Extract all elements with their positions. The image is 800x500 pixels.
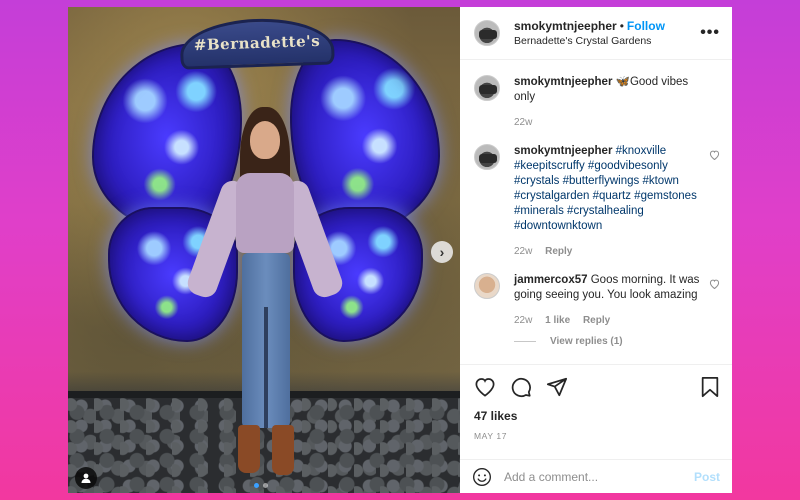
user-tag-icon[interactable] <box>75 467 97 489</box>
carousel-dot-active <box>254 483 259 488</box>
header-separator: • <box>619 18 624 33</box>
post-date[interactable]: MAY 17 <box>474 431 720 441</box>
instagram-post: #Bernadette's › smokymtnjeepher • Follow… <box>68 7 732 493</box>
comment-avatar[interactable] <box>474 144 500 170</box>
reply-button[interactable]: Reply <box>545 246 572 257</box>
reply-button[interactable]: Reply <box>583 315 610 326</box>
post-header: smokymtnjeepher • Follow Bernadette's Crys… <box>460 7 732 60</box>
comments-list[interactable]: smokymtnjeepher 🦋Good vibes only 22w smo… <box>460 61 732 364</box>
author-username[interactable]: smokymtnjeepher <box>514 19 617 33</box>
post-comment-button[interactable]: Post <box>694 470 720 484</box>
caption: smokymtnjeepher 🦋Good vibes only 22w <box>474 75 720 130</box>
comment-likes[interactable]: 1 like <box>545 315 570 326</box>
comment-username[interactable]: smokymtnjeepher <box>514 145 612 157</box>
caption-username[interactable]: smokymtnjeepher <box>514 76 612 88</box>
view-replies-button[interactable]: View replies (1) <box>514 336 720 347</box>
like-heart-icon[interactable] <box>474 377 496 397</box>
save-bookmark-icon[interactable] <box>700 376 720 398</box>
comment-hashtags[interactable]: #knoxville #keepitscruffy #goodvibesonly… <box>514 145 697 232</box>
comment-username[interactable]: jammercox57 <box>514 274 588 286</box>
comment-item: smokymtnjeepher #knoxville #keepitscruff… <box>474 144 720 259</box>
share-send-icon[interactable] <box>546 376 568 398</box>
comment-item: jammercox57 Goos morning. It was going s… <box>474 273 720 328</box>
comment-time[interactable]: 22w <box>514 246 532 257</box>
more-options-icon[interactable]: ••• <box>700 24 720 42</box>
emoji-smiley-icon[interactable] <box>472 467 492 487</box>
post-side-panel: smokymtnjeepher • Follow Bernadette's Crys… <box>460 7 732 493</box>
comment-avatar[interactable] <box>474 273 500 299</box>
add-comment-bar: Post <box>460 459 732 493</box>
caption-time[interactable]: 22w <box>514 117 532 128</box>
comment-time[interactable]: 22w <box>514 315 532 326</box>
add-comment-input[interactable] <box>504 469 694 484</box>
location-link[interactable]: Bernadette's Crystal Gardens <box>514 34 700 49</box>
carousel-next-button[interactable]: › <box>431 241 453 263</box>
post-photo[interactable]: #Bernadette's › <box>68 7 460 493</box>
likes-count[interactable]: 47 likes <box>474 409 720 423</box>
like-comment-heart-icon[interactable] <box>709 150 720 163</box>
carousel-dot <box>263 483 268 488</box>
woman-figure <box>184 107 346 492</box>
like-comment-heart-icon[interactable] <box>709 279 720 292</box>
carousel-indicator <box>254 483 268 488</box>
post-actions: 47 likes MAY 17 <box>460 364 732 441</box>
caption-avatar[interactable] <box>474 75 500 101</box>
follow-button[interactable]: Follow <box>627 19 665 33</box>
butterfly-emoji: 🦋 <box>615 76 630 88</box>
author-avatar[interactable] <box>474 20 500 46</box>
comment-bubble-icon[interactable] <box>510 376 532 398</box>
